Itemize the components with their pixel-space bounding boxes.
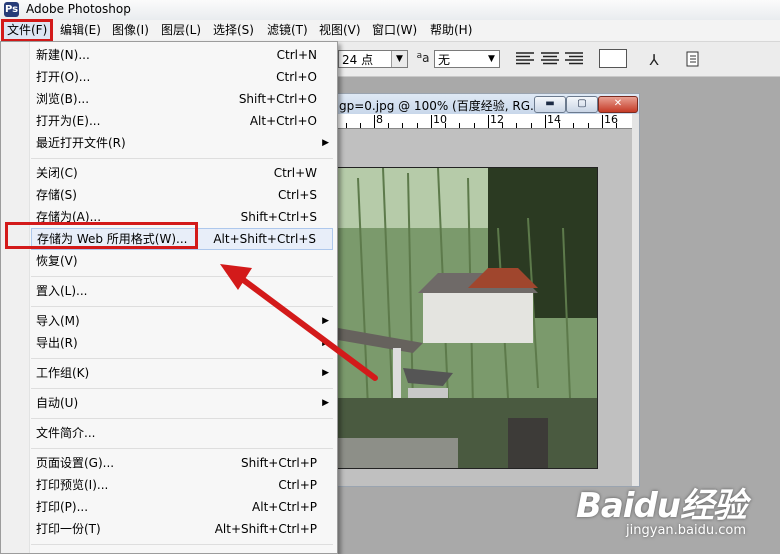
annotation-arrow	[220, 264, 378, 381]
baidu-watermark: Baidu经验 jingyan.baidu.com	[575, 478, 747, 538]
watermark-logo: Baidu经验	[575, 486, 747, 526]
